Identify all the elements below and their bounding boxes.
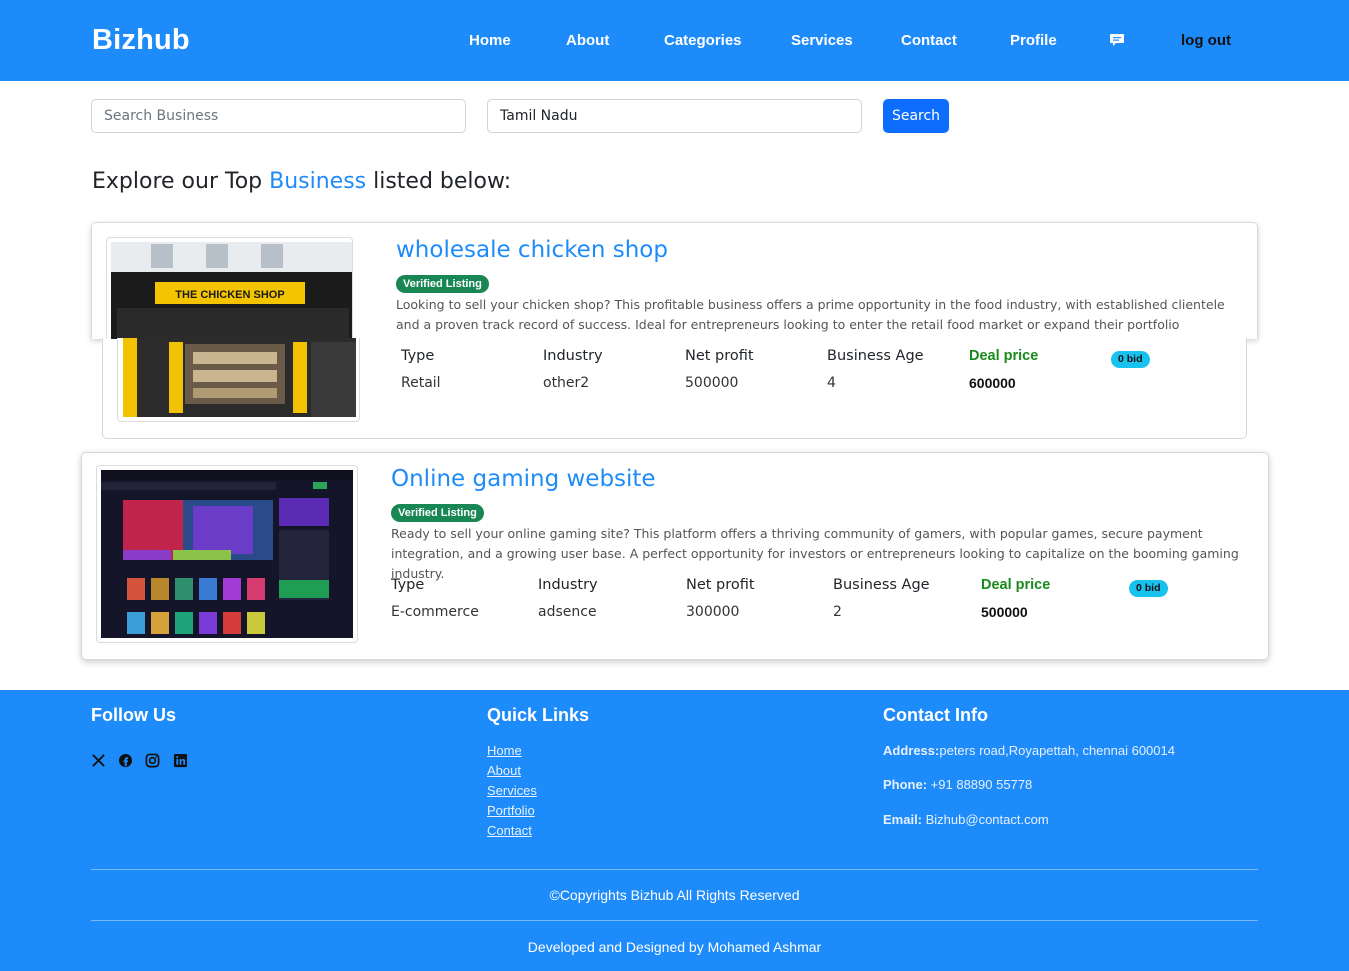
listing-2-industry: adsence: [538, 604, 597, 620]
gaming-site-screenshot: [101, 470, 353, 638]
email-label: Email:: [883, 812, 923, 827]
listing-1-image-top[interactable]: THE CHICKEN SHOP: [106, 237, 353, 339]
developer-credit: Developed and Designed by Mohamed Ashmar: [527, 939, 822, 955]
listing-2-industry-label: Industry: [538, 577, 598, 593]
phone-label: Phone:: [883, 777, 928, 792]
listing-1-verified-badge: Verified Listing: [396, 275, 489, 293]
facebook-icon[interactable]: [118, 753, 134, 769]
listing-1-deal-price: 600000: [969, 375, 1016, 391]
contact-info-heading: Contact Info: [883, 705, 988, 725]
phone-value: +91 88890 55778: [927, 777, 1033, 792]
listing-2-deal-price: 500000: [981, 604, 1028, 620]
listing-1-industry: other2: [543, 375, 590, 391]
listing-2-type: E-commerce: [391, 604, 479, 620]
instagram-icon[interactable]: [145, 753, 161, 769]
nav-contact[interactable]: Contact: [901, 32, 957, 49]
listing-2-type-label: Type: [391, 577, 425, 593]
navbar: Bizhub Home About Categories Services Co…: [0, 0, 1349, 81]
listing-1-deal-label: Deal price: [969, 348, 1039, 364]
listing-2-net-profit: 300000: [686, 604, 740, 620]
linkedin-icon[interactable]: [173, 753, 189, 769]
listing-1-age-label: Business Age: [827, 348, 924, 364]
nav-profile[interactable]: Profile: [1010, 32, 1057, 49]
listing-1-type-label: Type: [401, 348, 435, 364]
nav-services[interactable]: Services: [791, 32, 853, 49]
chicken-shop-photo: THE CHICKEN SHOP: [111, 242, 352, 339]
footer-divider-2: [91, 920, 1258, 921]
listing-2-description: Ready to sell your online gaming site? T…: [391, 526, 1239, 581]
address-value: peters road,Royapettah, chennai 600014: [939, 743, 1175, 758]
footer-link-home[interactable]: Home: [487, 743, 522, 758]
search-business-input[interactable]: [91, 99, 466, 133]
listing-1-title[interactable]: wholesale chicken shop: [396, 237, 668, 263]
heading-prefix: Explore our Top: [92, 169, 270, 194]
footer: Follow Us Quick Links Home About Service…: [0, 690, 1349, 971]
brand-logo[interactable]: Bizhub: [92, 24, 190, 57]
nav-about[interactable]: About: [566, 32, 609, 49]
copyright-text: ©Copyrights Bizhub All Rights Reserved: [549, 887, 800, 903]
listing-2-image[interactable]: [96, 465, 358, 643]
listing-1-industry-label: Industry: [543, 348, 603, 364]
quick-links-heading: Quick Links: [487, 705, 590, 725]
listing-1-age: 4: [827, 375, 836, 391]
search-button[interactable]: Search: [883, 99, 949, 133]
nav-categories[interactable]: Categories: [664, 32, 742, 49]
listing-2-net-profit-label: Net profit: [686, 577, 755, 593]
listing-2-bid-badge: 0 bid: [1129, 580, 1168, 597]
heading-suffix: listed below:: [366, 169, 512, 194]
message-icon[interactable]: [1109, 32, 1125, 48]
contact-address: Address:peters road,Royapettah, chennai …: [883, 743, 1175, 758]
chicken-shop-front-photo: [123, 338, 356, 417]
footer-link-services[interactable]: Services: [487, 783, 537, 798]
footer-link-portfolio[interactable]: Portfolio: [487, 803, 535, 818]
listing-1-image-bottom[interactable]: [117, 338, 360, 422]
listing-2-age-label: Business Age: [833, 577, 930, 593]
listing-1-net-profit-label: Net profit: [685, 348, 754, 364]
follow-us-heading: Follow Us: [91, 705, 176, 725]
listing-1-type: Retail: [401, 375, 441, 391]
listing-2-deal-label: Deal price: [981, 577, 1051, 593]
page-heading: Explore our Top Business listed below:: [92, 169, 511, 194]
footer-link-contact[interactable]: Contact: [487, 823, 532, 838]
logout-link[interactable]: log out: [1181, 32, 1231, 49]
listing-1-description: Looking to sell your chicken shop? This …: [396, 297, 1225, 332]
listing-2-verified-badge: Verified Listing: [391, 504, 484, 522]
footer-divider-1: [91, 869, 1258, 870]
email-value: Bizhub@contact.com: [922, 812, 1049, 827]
listing-2-age: 2: [833, 604, 842, 620]
contact-email: Email: Bizhub@contact.com: [883, 812, 1049, 827]
contact-phone: Phone: +91 88890 55778: [883, 777, 1032, 792]
address-label: Address:: [883, 743, 940, 758]
listing-1-net-profit: 500000: [685, 375, 739, 391]
location-input[interactable]: [487, 99, 862, 133]
x-icon[interactable]: [91, 753, 107, 769]
listing-2-title[interactable]: Online gaming website: [391, 466, 656, 492]
shop-sign-text: THE CHICKEN SHOP: [175, 289, 284, 301]
footer-link-about[interactable]: About: [487, 763, 521, 778]
listing-1-bid-badge: 0 bid: [1111, 351, 1150, 368]
nav-home[interactable]: Home: [469, 32, 511, 49]
heading-highlight: Business: [269, 169, 367, 194]
